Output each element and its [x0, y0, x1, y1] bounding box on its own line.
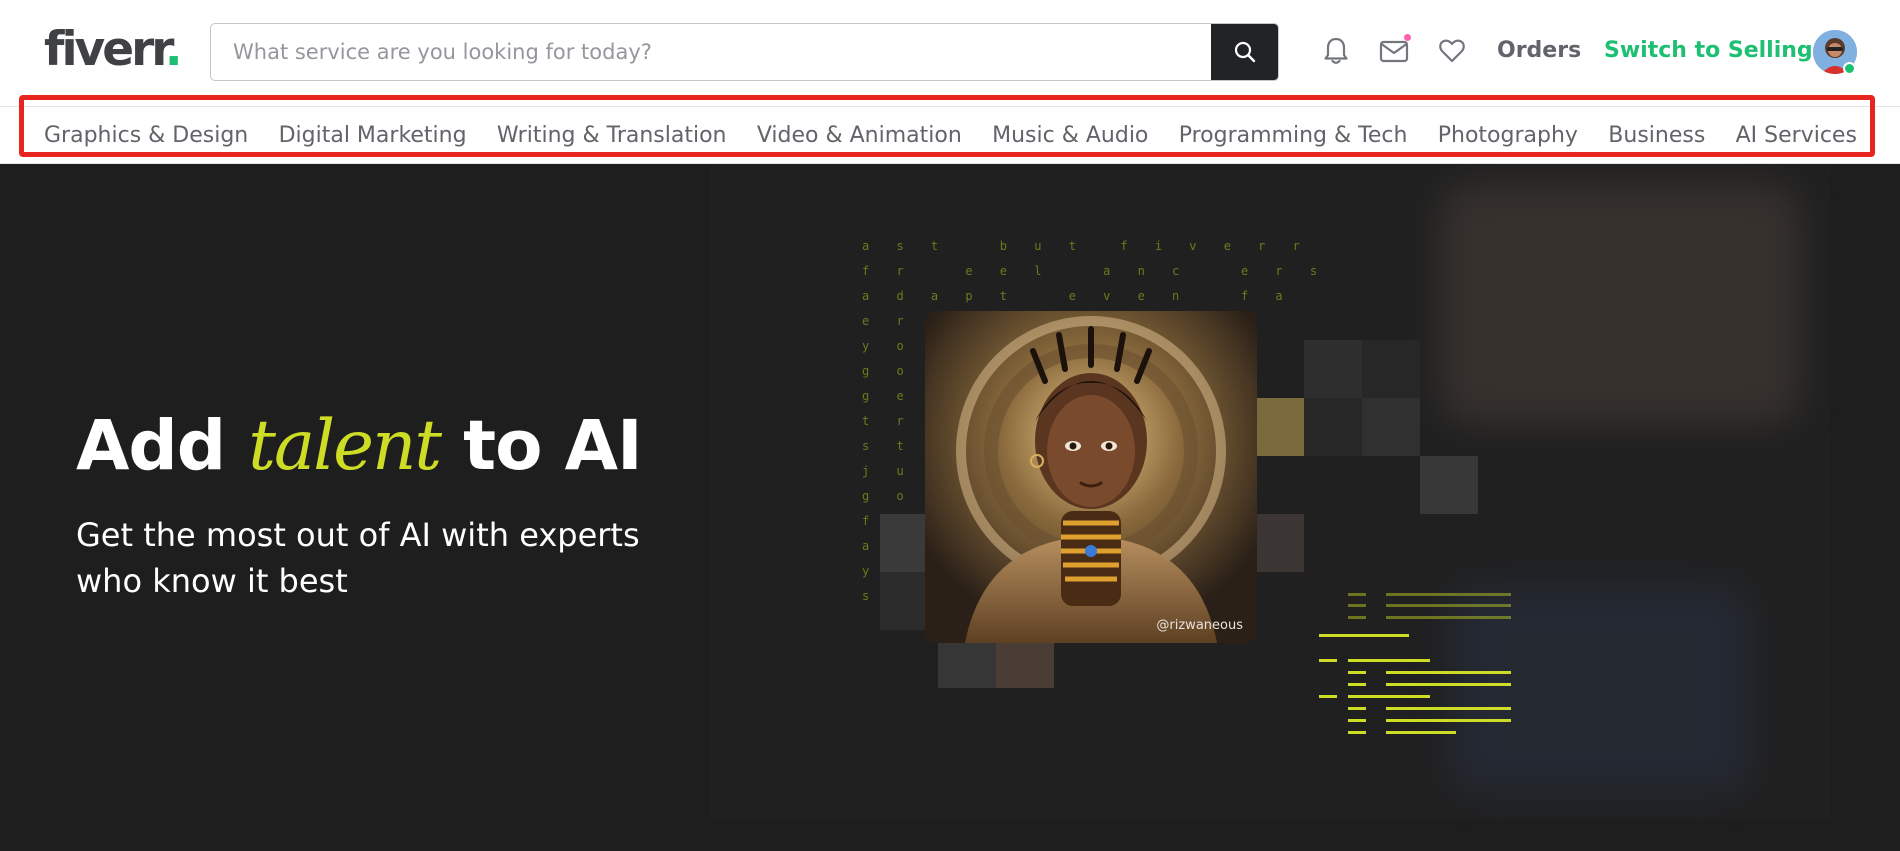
top-header: fiverr. Orders Switch to Selling: [0, 0, 1900, 106]
orders-link[interactable]: Orders: [1497, 34, 1581, 68]
online-status-dot: [1843, 62, 1856, 75]
search-bar: [210, 23, 1279, 81]
hero-portrait-image: @rizwaneous: [925, 311, 1257, 643]
category-programming-tech[interactable]: Programming & Tech: [1179, 123, 1408, 148]
logo-text: fiverr: [44, 22, 168, 77]
hero-subtitle: Get the most out of AI with experts who …: [76, 516, 640, 600]
category-music-audio[interactable]: Music & Audio: [992, 123, 1148, 148]
search-icon: [1234, 41, 1255, 63]
search-button[interactable]: [1211, 24, 1278, 80]
pixel-tile: [1304, 398, 1362, 456]
hero-title-accent: talent: [248, 406, 442, 486]
unread-dot: [1404, 34, 1411, 41]
notifications-button[interactable]: [1319, 34, 1353, 68]
hero-title: Add talent to AI: [76, 406, 643, 486]
hero-banner: a s t b u t f i v e r r f r e e l a n c …: [0, 164, 1900, 851]
category-photography[interactable]: Photography: [1438, 123, 1578, 148]
category-writing-translation[interactable]: Writing & Translation: [497, 123, 727, 148]
messages-button[interactable]: [1377, 34, 1411, 68]
pixel-tile: [1420, 456, 1478, 514]
bell-icon: [1324, 37, 1348, 64]
category-digital-marketing[interactable]: Digital Marketing: [279, 123, 467, 148]
category-graphics-design[interactable]: Graphics & Design: [44, 123, 248, 148]
fiverr-logo[interactable]: fiverr.: [44, 22, 183, 78]
search-input[interactable]: [211, 24, 1211, 80]
mail-icon: [1379, 40, 1409, 63]
favorites-button[interactable]: [1435, 34, 1469, 68]
hero-title-start: Add: [76, 406, 249, 486]
pixel-tile: [1304, 340, 1362, 398]
pixel-tile: [1362, 398, 1420, 456]
portrait-illustration: [925, 311, 1257, 643]
category-nav: Graphics & Design Digital Marketing Writ…: [0, 106, 1900, 164]
category-ai-services[interactable]: AI Services: [1736, 123, 1857, 148]
switch-to-selling-link[interactable]: Switch to Selling: [1604, 34, 1813, 68]
image-credit: @rizwaneous: [1156, 618, 1243, 633]
category-video-animation[interactable]: Video & Animation: [757, 123, 962, 148]
pixel-tile: [1362, 340, 1420, 398]
heart-icon: [1439, 39, 1465, 63]
hero-title-end: to AI: [440, 406, 642, 486]
category-business[interactable]: Business: [1608, 123, 1705, 148]
logo-dot: .: [164, 22, 183, 77]
blurred-shape: [1440, 184, 1800, 424]
